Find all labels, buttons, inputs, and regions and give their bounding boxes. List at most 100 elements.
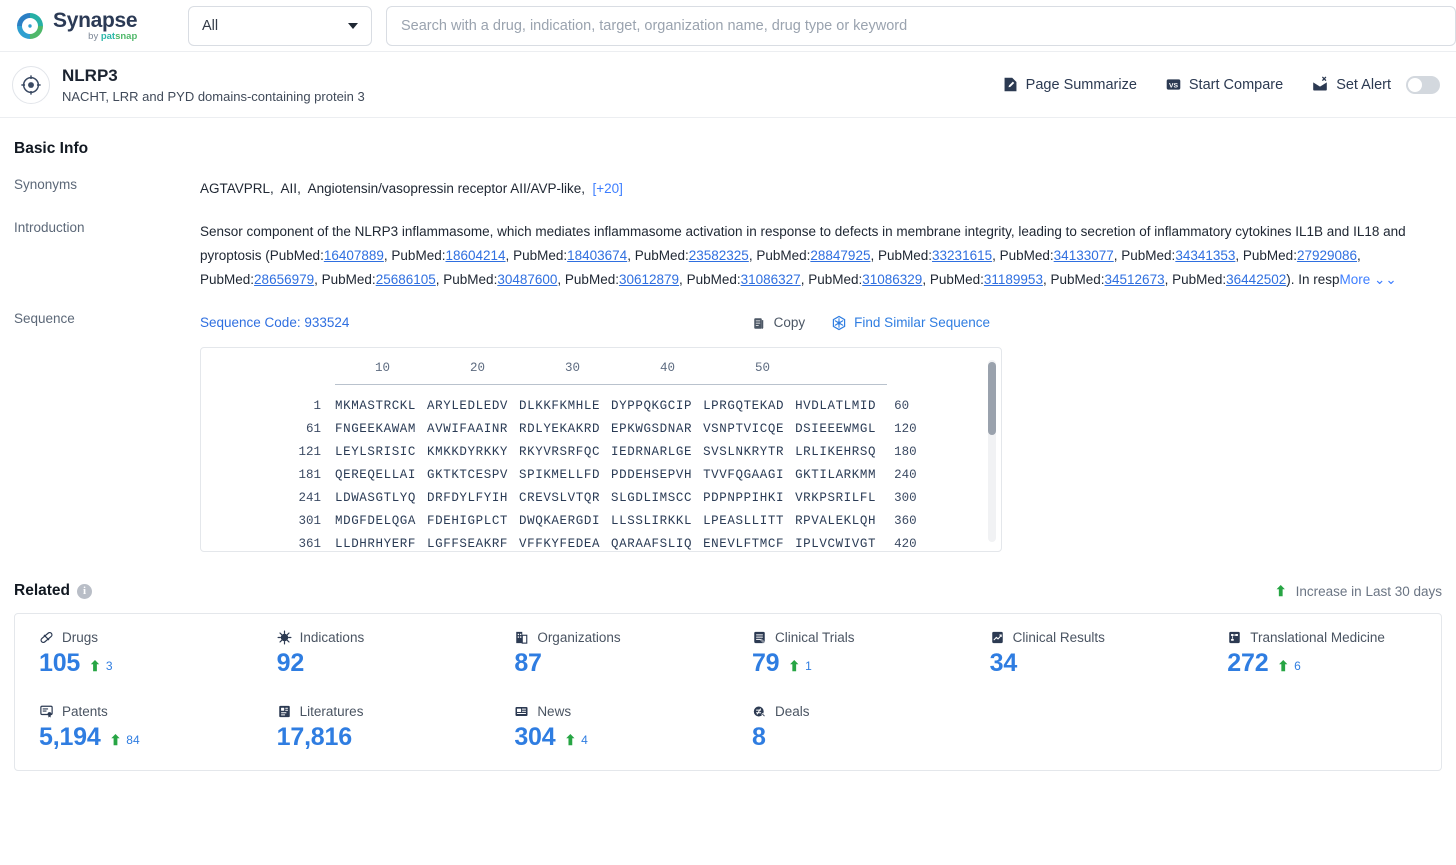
flow-doc-icon [1227,630,1242,645]
sequence-chunk: LDWASGTLYQ [335,491,417,505]
sequence-row: 1 MKMASTRCKL ARYLEDLEDV DLKKFKMHLE DYPPQKGCI… [201,399,1001,414]
related-stat-delta-value: 84 [126,733,140,747]
related-stat-translational-medicine[interactable]: Translational Medicine 272 ⬆ 6 [1203,630,1441,678]
news-icon [514,704,529,719]
app-logo[interactable]: Synapse by patsnap [14,10,166,42]
sequence-chunk: IPLVCWIVGT [795,537,877,551]
copy-sequence-button[interactable]: Copy [752,311,805,335]
pubmed-link[interactable]: 36442502 [1226,272,1286,287]
introduction-more-link[interactable]: More ⌄⌄ [1340,272,1397,287]
related-stat-value[interactable]: 87 [514,649,542,678]
synonym-item: Angiotensin/vasopressin receptor AII/AVP… [307,181,582,196]
sequence-code-link[interactable]: Sequence Code: 933524 [200,311,349,335]
related-stat-delta: ⬆ 4 [564,733,587,747]
related-stat-value[interactable]: 79 [752,649,780,678]
sequence-chunk: RDLYEKAKRD [519,422,601,436]
sequence-chunk: ENEVLFTMCF [703,537,785,551]
sequence-chunk: LLDHRHYERF [335,537,417,551]
pubmed-link[interactable]: 30487600 [497,272,557,287]
related-stat-patents[interactable]: Patents 5,194 ⬆ 84 [15,704,253,752]
related-stat-value[interactable]: 272 [1227,649,1268,678]
pubmed-link[interactable]: 28656979 [254,272,314,287]
introduction-row: Introduction Sensor component of the NLR… [14,220,1442,292]
search-input[interactable] [401,17,1441,34]
pubmed-link[interactable]: 34512673 [1105,272,1165,287]
related-stat-value[interactable]: 8 [752,723,766,752]
sequence-residues: FNGEEKAWAM AVWIFAAINR RDLYEKAKRD EPKWGSDNAR… [335,422,876,437]
related-stat-clinical-results[interactable]: Clinical Results 34 [966,630,1204,678]
related-stat-value[interactable]: 5,194 [39,723,101,752]
related-stat-label: Clinical Trials [774,630,855,645]
related-stat-value[interactable]: 34 [990,649,1018,678]
related-stat-value-wrap: 79 ⬆ 1 [752,649,966,678]
sequence-start-index: 181 [298,468,321,482]
related-stat-indications[interactable]: Indications 92 [253,630,491,678]
sequence-viewer[interactable]: 10 20 30 40 50 1 MKMASTRCKL ARYLEDLEDV DLKK… [200,347,1002,552]
related-stat-organizations[interactable]: Organizations 87 [490,630,728,678]
top-search-bar: Synapse by patsnap All [0,0,1456,52]
find-similar-sequence-button[interactable]: Find Similar Sequence [831,311,990,335]
pubmed-link[interactable]: 31086329 [862,272,922,287]
search-scope-select[interactable]: All [188,5,372,46]
sequence-row: 361 LLDHRHYERF LGFFSEAKRF VFFKYFEDEA QARAAFS… [201,537,1001,551]
sequence-chunk: LLSSLIRKKL [611,514,693,528]
related-section: Related i ⬆ Increase in Last 30 days Dru… [0,582,1456,771]
related-stat-drugs[interactable]: Drugs 105 ⬆ 3 [15,630,253,678]
sequence-end-index: 60 [894,399,910,413]
pubmed-link[interactable]: 30612879 [619,272,679,287]
related-stat-value[interactable]: 17,816 [277,723,352,752]
increase-arrow-icon: ⬆ [1274,583,1287,599]
synonyms-more-link[interactable]: [+20] [592,181,622,196]
pubmed-link[interactable]: 27929086 [1297,248,1357,263]
pubmed-link[interactable]: 18604214 [445,248,505,263]
page-summarize-button[interactable]: Page Summarize [1002,76,1137,93]
related-stat-label-wrap: Translational Medicine [1227,630,1441,645]
pubmed-link[interactable]: 34133077 [1054,248,1114,263]
sequence-chunk: ARYLEDLEDV [427,399,509,413]
ruler-tick: 50 [754,361,770,375]
related-stat-delta: ⬆ 3 [89,659,112,673]
find-similar-label: Find Similar Sequence [854,315,990,330]
related-stat-news[interactable]: News 304 ⬆ 4 [490,704,728,752]
sequence-chunk: DLKKFKMHLE [519,399,601,413]
set-alert-toggle[interactable] [1406,75,1440,94]
pubmed-link[interactable]: 33231615 [932,248,992,263]
sequence-chunk: MDGFDELQGA [335,514,417,528]
sequence-chunk: RPVALEKLQH [795,514,877,528]
sequence-chunk: LRLIKEHRSQ [795,445,877,459]
pubmed-link[interactable]: 25686105 [376,272,436,287]
related-stat-clinical-trials[interactable]: Clinical Trials 79 ⬆ 1 [728,630,966,678]
pubmed-link[interactable]: 18403674 [567,248,627,263]
synonyms-value: AGTAVPRL, AII, Angiotensin/vasopressin r… [200,181,623,196]
related-stat-value[interactable]: 304 [514,723,555,752]
pubmed-link[interactable]: 34341353 [1175,248,1235,263]
pubmed-link[interactable]: 23582325 [689,248,749,263]
pill-icon [39,630,54,645]
sequence-end-index: 240 [894,468,917,482]
building-icon [514,630,529,645]
deal-icon [752,704,767,719]
sequence-chunk: VRKPSRILFL [795,491,877,505]
book-icon [277,704,292,719]
related-stat-value[interactable]: 92 [277,649,305,678]
related-stat-value[interactable]: 105 [39,649,80,678]
info-icon[interactable]: i [77,583,92,599]
start-compare-button[interactable]: VS Start Compare [1165,76,1283,93]
set-alert-control[interactable]: Set Alert [1311,75,1440,94]
pubmed-link[interactable]: 28847925 [810,248,870,263]
sequence-scrollbar-thumb[interactable] [988,362,996,435]
pubmed-link[interactable]: 16407889 [324,248,384,263]
sequence-chunk: HVDLATLMID [795,399,877,413]
sequence-residues: LLDHRHYERF LGFFSEAKRF VFFKYFEDEA QARAAFSLIQ… [335,537,877,551]
pubmed-link[interactable]: 31189953 [984,272,1043,287]
pubmed-link[interactable]: 31086327 [741,272,801,287]
related-stat-value-wrap: 17,816 [277,723,491,752]
related-stat-deals[interactable]: Deals 8 [728,704,966,752]
sequence-chunk: FNGEEKAWAM [335,422,417,436]
search-field-wrap[interactable] [386,5,1456,46]
sequence-end-index: 300 [894,491,917,505]
sequence-row: 181 QEREQELLAI GKTKTCESPV SPIKMELLFD PDDEHSE… [201,468,1001,483]
related-stat-literatures[interactable]: Literatures 17,816 [253,704,491,752]
sequence-row: 61 FNGEEKAWAM AVWIFAAINR RDLYEKAKRD EPKWGSDN… [201,422,1001,437]
sequence-chunk: VFFKYFEDEA [519,537,601,551]
